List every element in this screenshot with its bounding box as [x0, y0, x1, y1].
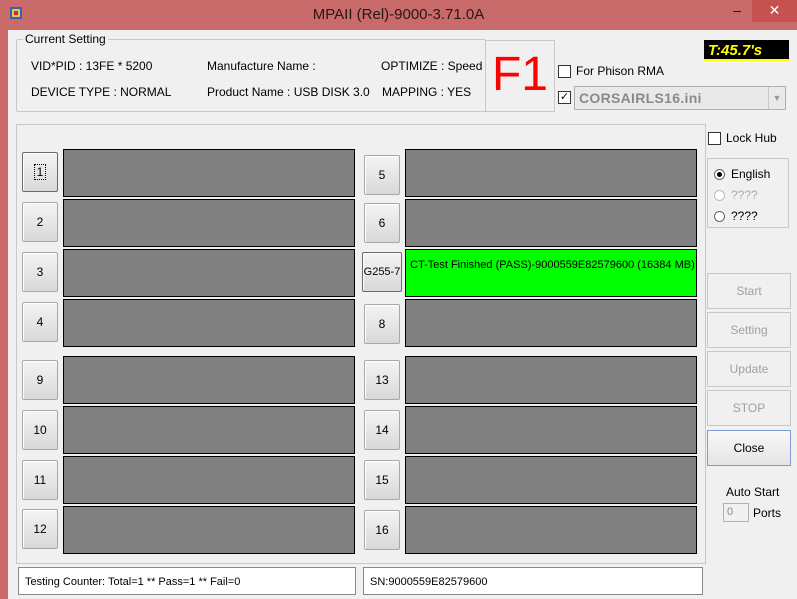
stop-button[interactable]: STOP	[707, 390, 791, 426]
port-button-2[interactable]: 2	[22, 202, 58, 242]
ini-file-select[interactable]: CORSAIRLS16.ini ▼	[574, 86, 786, 110]
port-slot-5	[405, 149, 697, 197]
serial-number: SN:9000559E82579600	[363, 567, 703, 595]
phison-rma-checkbox[interactable]	[558, 65, 571, 78]
testing-counter: Testing Counter: Total=1 ** Pass=1 ** Fa…	[18, 567, 356, 595]
port-slot-2	[63, 199, 355, 247]
client-area: Current Setting VID*PID : 13FE * 5200 DE…	[8, 30, 797, 599]
start-button[interactable]: Start	[707, 273, 791, 309]
close-button[interactable]: Close	[707, 430, 791, 466]
checkmark-icon: ✓	[559, 91, 570, 103]
f1-text: F1	[491, 48, 548, 101]
current-setting-group: Current Setting VID*PID : 13FE * 5200 DE…	[16, 32, 486, 112]
port-button-7[interactable]: G255-7	[362, 252, 402, 292]
port-slot-7: CT-Test Finished (PASS)-9000559E82579600…	[405, 249, 697, 297]
language-label-english: English	[731, 167, 771, 181]
timer-display: T:45.7's	[704, 40, 789, 61]
auto-start-ports-input[interactable]: 0	[723, 503, 749, 522]
port-slot-3	[63, 249, 355, 297]
language-radio-3[interactable]	[714, 211, 725, 222]
port-slot-13	[405, 356, 697, 404]
port-slot-16	[405, 506, 697, 554]
mapping-label: MAPPING : YES	[382, 85, 472, 99]
device-type-label: DEVICE TYPE : NORMAL	[31, 85, 172, 99]
port-button-4[interactable]: 4	[22, 302, 58, 342]
port-slot-15	[405, 456, 697, 504]
port-slot-14	[405, 406, 697, 454]
close-window-button[interactable]: ✕	[752, 0, 797, 22]
product-name-label: Product Name : USB DISK 3.0	[207, 85, 370, 99]
port-slot-10	[63, 406, 355, 454]
f1-indicator: F1	[485, 40, 555, 112]
port-button-5[interactable]: 5	[364, 155, 400, 195]
port-button-13[interactable]: 13	[364, 360, 400, 400]
ini-file-checkbox[interactable]: ✓	[558, 91, 571, 104]
optimize-label: OPTIMIZE : Speed	[381, 59, 483, 73]
port-slot-7-status: CT-Test Finished (PASS)-9000559E82579600…	[410, 259, 695, 271]
port-button-11[interactable]: 11	[22, 460, 58, 500]
port-button-16[interactable]: 16	[364, 510, 400, 550]
port-slot-9	[63, 356, 355, 404]
port-button-12[interactable]: 12	[22, 509, 58, 549]
minimize-button[interactable]: –	[724, 0, 750, 22]
language-radio-english[interactable]	[714, 169, 725, 180]
app-window: MPAII (Rel)-9000-3.71.0A – ✕ Current Set…	[0, 0, 797, 599]
vid-pid-label: VID*PID : 13FE * 5200	[31, 59, 153, 73]
port-button-15[interactable]: 15	[364, 460, 400, 500]
chevron-down-icon[interactable]: ▼	[768, 87, 785, 109]
update-button[interactable]: Update	[707, 351, 791, 387]
port-slot-4	[63, 299, 355, 347]
port-button-1[interactable]: 1	[22, 152, 58, 192]
language-label-3: ????	[731, 209, 758, 223]
port-slot-1	[63, 149, 355, 197]
port-slot-8	[405, 299, 697, 347]
port-button-10[interactable]: 10	[22, 410, 58, 450]
language-group: English ???? ????	[707, 158, 789, 228]
port-button-1-label: 1	[33, 164, 47, 180]
port-button-9[interactable]: 9	[22, 360, 58, 400]
port-button-14[interactable]: 14	[364, 410, 400, 450]
auto-start-label: Auto Start	[726, 485, 780, 499]
port-button-8[interactable]: 8	[364, 304, 400, 344]
ini-file-value: CORSAIRLS16.ini	[579, 90, 702, 106]
port-slot-6	[405, 199, 697, 247]
window-title: MPAII (Rel)-9000-3.71.0A	[312, 6, 485, 23]
setting-button[interactable]: Setting	[707, 312, 791, 348]
current-setting-title: Current Setting	[23, 32, 108, 46]
port-slot-12	[63, 506, 355, 554]
lock-hub-label: Lock Hub	[726, 131, 777, 145]
port-button-6[interactable]: 6	[364, 203, 400, 243]
language-radio-2[interactable]	[714, 190, 725, 201]
port-button-3[interactable]: 3	[22, 252, 58, 292]
lock-hub-checkbox[interactable]	[708, 132, 721, 145]
port-slot-11	[63, 456, 355, 504]
manufacture-name-label: Manufacture Name :	[207, 59, 316, 73]
title-bar[interactable]: MPAII (Rel)-9000-3.71.0A – ✕	[0, 0, 797, 30]
language-label-2: ????	[731, 188, 758, 202]
auto-start-ports-unit: Ports	[753, 506, 782, 520]
phison-rma-label: For Phison RMA	[576, 64, 665, 78]
